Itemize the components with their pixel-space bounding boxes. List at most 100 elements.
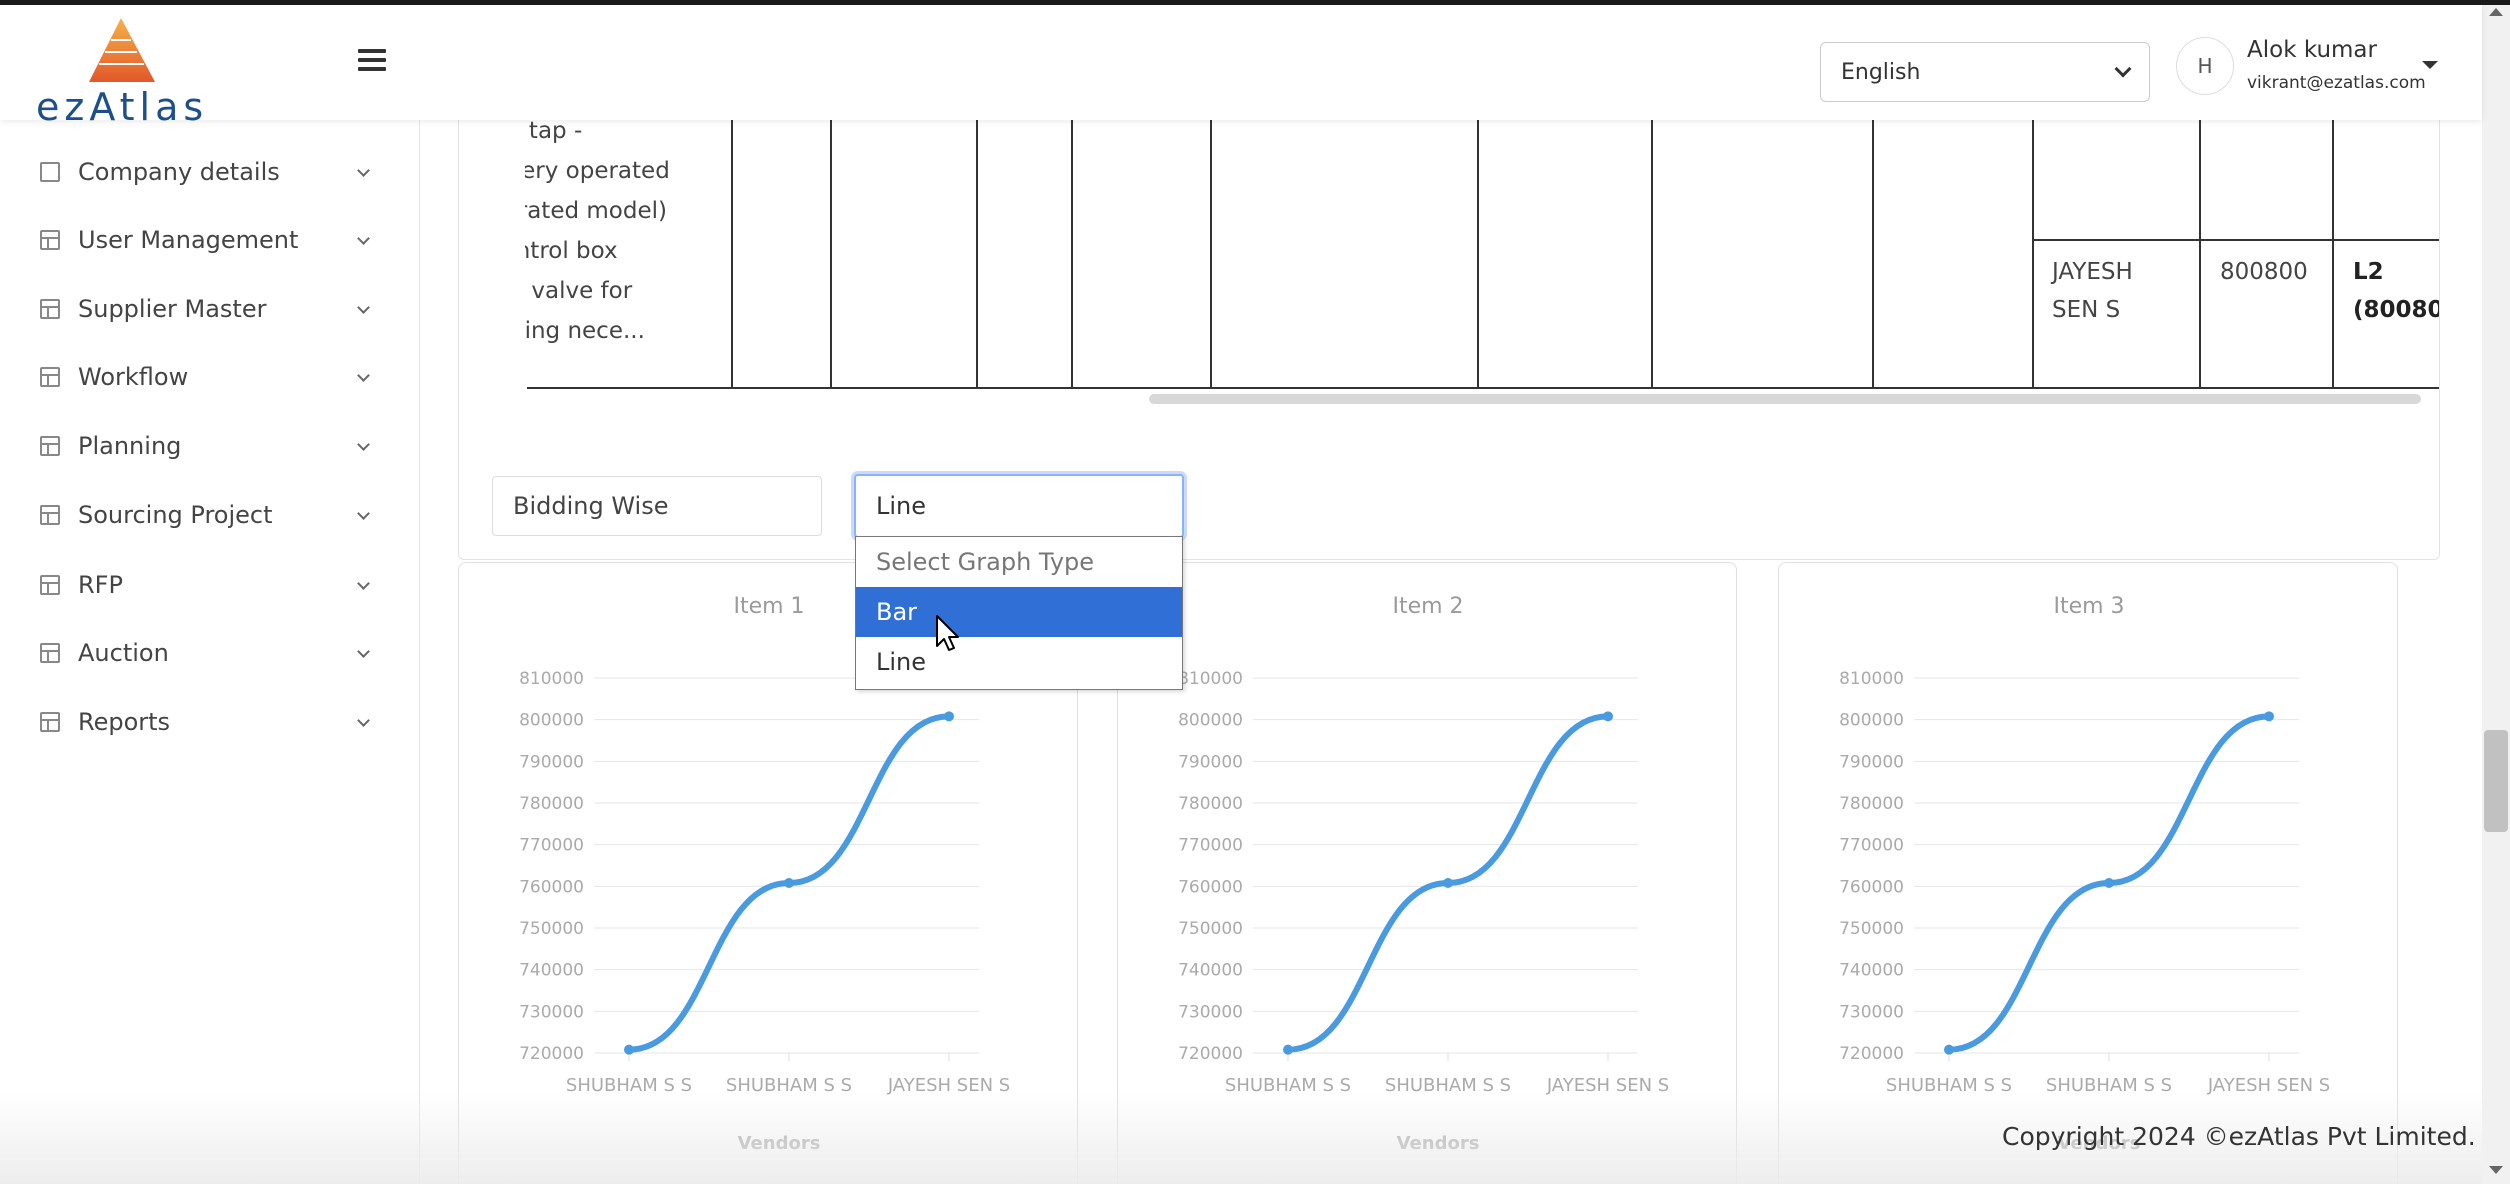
data-point[interactable] xyxy=(624,1044,634,1055)
y-tick-label: 790000 xyxy=(519,752,584,772)
sidebar-item-label: Auction xyxy=(78,639,169,667)
table-column-divider xyxy=(731,120,733,389)
data-point[interactable] xyxy=(1283,1044,1293,1055)
main-content: ter tap - attery operated perated model)… xyxy=(420,120,2482,1184)
table-bottom-border xyxy=(527,387,2439,389)
data-point[interactable] xyxy=(2104,878,2114,888)
sidebar-item-label: RFP xyxy=(78,571,123,599)
user-name[interactable]: Alok kumar xyxy=(2247,37,2377,63)
sidebar-item-planning[interactable]: Planning xyxy=(40,426,380,466)
y-tick-label: 760000 xyxy=(1839,877,1904,897)
sidebar-item-sourcing-project[interactable]: Sourcing Project xyxy=(40,495,380,535)
y-tick-label: 810000 xyxy=(1178,669,1243,689)
chevron-down-icon xyxy=(357,713,370,727)
item-description-cell: ter tap - attery operated perated model)… xyxy=(525,120,675,381)
table-column-divider xyxy=(2032,120,2034,389)
graph-type-select[interactable]: Line xyxy=(854,474,1184,538)
data-point[interactable] xyxy=(1603,711,1613,722)
table-icon xyxy=(40,712,60,732)
y-tick-label: 750000 xyxy=(1178,919,1243,939)
bidding-wise-select[interactable]: Bidding Wise xyxy=(492,476,822,536)
graph-type-dropdown: Select Graph Type Bar Line xyxy=(855,536,1183,690)
table-column-divider xyxy=(1071,120,1073,389)
description-line: perated model) xyxy=(525,198,667,224)
x-tick-label: SHUBHAM S S xyxy=(726,1075,852,1096)
y-tick-label: 750000 xyxy=(519,919,584,939)
sidebar: Company details User Management Supplier… xyxy=(0,120,420,1184)
rank-cell: L2 (800800 xyxy=(2353,253,2439,329)
data-point[interactable] xyxy=(784,878,794,888)
y-tick-label: 810000 xyxy=(1839,669,1904,689)
dropdown-option-bar[interactable]: Bar xyxy=(856,587,1182,637)
description-line: attery operated xyxy=(525,158,670,184)
chevron-down-icon xyxy=(357,163,370,177)
sidebar-item-reports[interactable]: Reports xyxy=(40,702,380,742)
y-tick-label: 800000 xyxy=(1839,711,1904,731)
y-tick-label: 740000 xyxy=(1839,961,1904,981)
table-column-divider xyxy=(830,120,832,389)
dropdown-option-line[interactable]: Line xyxy=(856,637,1182,687)
table-icon xyxy=(40,643,60,663)
sidebar-item-company-details[interactable]: Company details xyxy=(40,152,380,192)
rank-line: (800800 xyxy=(2353,297,2439,323)
logo-text: ezAtlas xyxy=(36,85,209,129)
language-select[interactable]: English xyxy=(1820,42,2150,102)
header: ezAtlas English H Alok kumar vikrant@eza… xyxy=(0,5,2482,129)
sidebar-item-rfp[interactable]: RFP xyxy=(40,565,380,605)
scroll-up-arrow-icon[interactable] xyxy=(2489,8,2503,16)
x-axis-label: Vendors xyxy=(738,1133,821,1154)
y-tick-label: 800000 xyxy=(519,711,584,731)
table-icon xyxy=(40,230,60,250)
menu-toggle-icon[interactable] xyxy=(358,49,386,73)
chevron-down-icon xyxy=(357,644,370,658)
sidebar-item-label: User Management xyxy=(78,226,299,254)
y-tick-label: 790000 xyxy=(1178,752,1243,772)
chevron-down-icon xyxy=(2114,60,2132,78)
chevron-down-icon xyxy=(357,300,370,314)
data-point[interactable] xyxy=(2264,711,2274,722)
sidebar-item-auction[interactable]: Auction xyxy=(40,633,380,673)
logo-pyramid-icon xyxy=(89,18,155,82)
table-column-divider xyxy=(1210,120,1212,389)
y-tick-label: 770000 xyxy=(1178,836,1243,856)
scroll-down-arrow-icon[interactable] xyxy=(2489,1166,2503,1174)
ezatlas-logo[interactable]: ezAtlas xyxy=(36,13,226,129)
chevron-down-icon xyxy=(357,437,370,451)
rank-line: L2 xyxy=(2353,259,2384,285)
table-column-divider xyxy=(1651,120,1653,389)
data-point[interactable] xyxy=(1944,1044,1954,1055)
x-axis-label: Vendors xyxy=(1397,1133,1480,1154)
table-horizontal-scrollbar[interactable] xyxy=(1149,394,2421,404)
sidebar-item-workflow[interactable]: Workflow xyxy=(40,357,380,397)
y-tick-label: 810000 xyxy=(519,669,584,689)
description-line: ter tap - xyxy=(525,120,583,144)
sidebar-item-label: Supplier Master xyxy=(78,295,267,323)
user-email: vikrant@ezatlas.com xyxy=(2247,73,2426,93)
sidebar-item-supplier-master[interactable]: Supplier Master xyxy=(40,289,380,329)
y-tick-label: 750000 xyxy=(1839,919,1904,939)
y-tick-label: 730000 xyxy=(1178,1002,1243,1022)
chevron-down-icon xyxy=(357,576,370,590)
footer-copyright: Copyright 2024 ©ezAtlas Pvt Limited. xyxy=(2002,1122,2476,1151)
window-top-border xyxy=(0,0,2510,5)
user-menu-caret-icon[interactable] xyxy=(2422,61,2438,69)
y-tick-label: 720000 xyxy=(519,1044,584,1064)
sidebar-item-user-management[interactable]: User Management xyxy=(40,220,380,260)
y-tick-label: 770000 xyxy=(519,836,584,856)
page-scrollbar-thumb[interactable] xyxy=(2484,730,2508,832)
dropdown-option-placeholder[interactable]: Select Graph Type xyxy=(856,537,1182,587)
y-tick-label: 780000 xyxy=(519,794,584,814)
sidebar-item-label: Company details xyxy=(78,158,280,186)
data-point[interactable] xyxy=(944,711,954,722)
vendor-name-line: SEN S xyxy=(2052,297,2121,323)
x-tick-label: SHUBHAM S S xyxy=(2046,1075,2172,1096)
data-point[interactable] xyxy=(1443,878,1453,888)
x-tick-label: SHUBHAM S S xyxy=(1886,1075,2012,1096)
avatar[interactable]: H xyxy=(2176,37,2234,95)
y-tick-label: 780000 xyxy=(1839,794,1904,814)
chart-title: Item 3 xyxy=(2053,594,2124,619)
x-tick-label: SHUBHAM S S xyxy=(1225,1075,1351,1096)
table-icon xyxy=(40,299,60,319)
chevron-down-icon xyxy=(357,231,370,245)
page-scrollbar-track[interactable] xyxy=(2482,0,2510,1184)
